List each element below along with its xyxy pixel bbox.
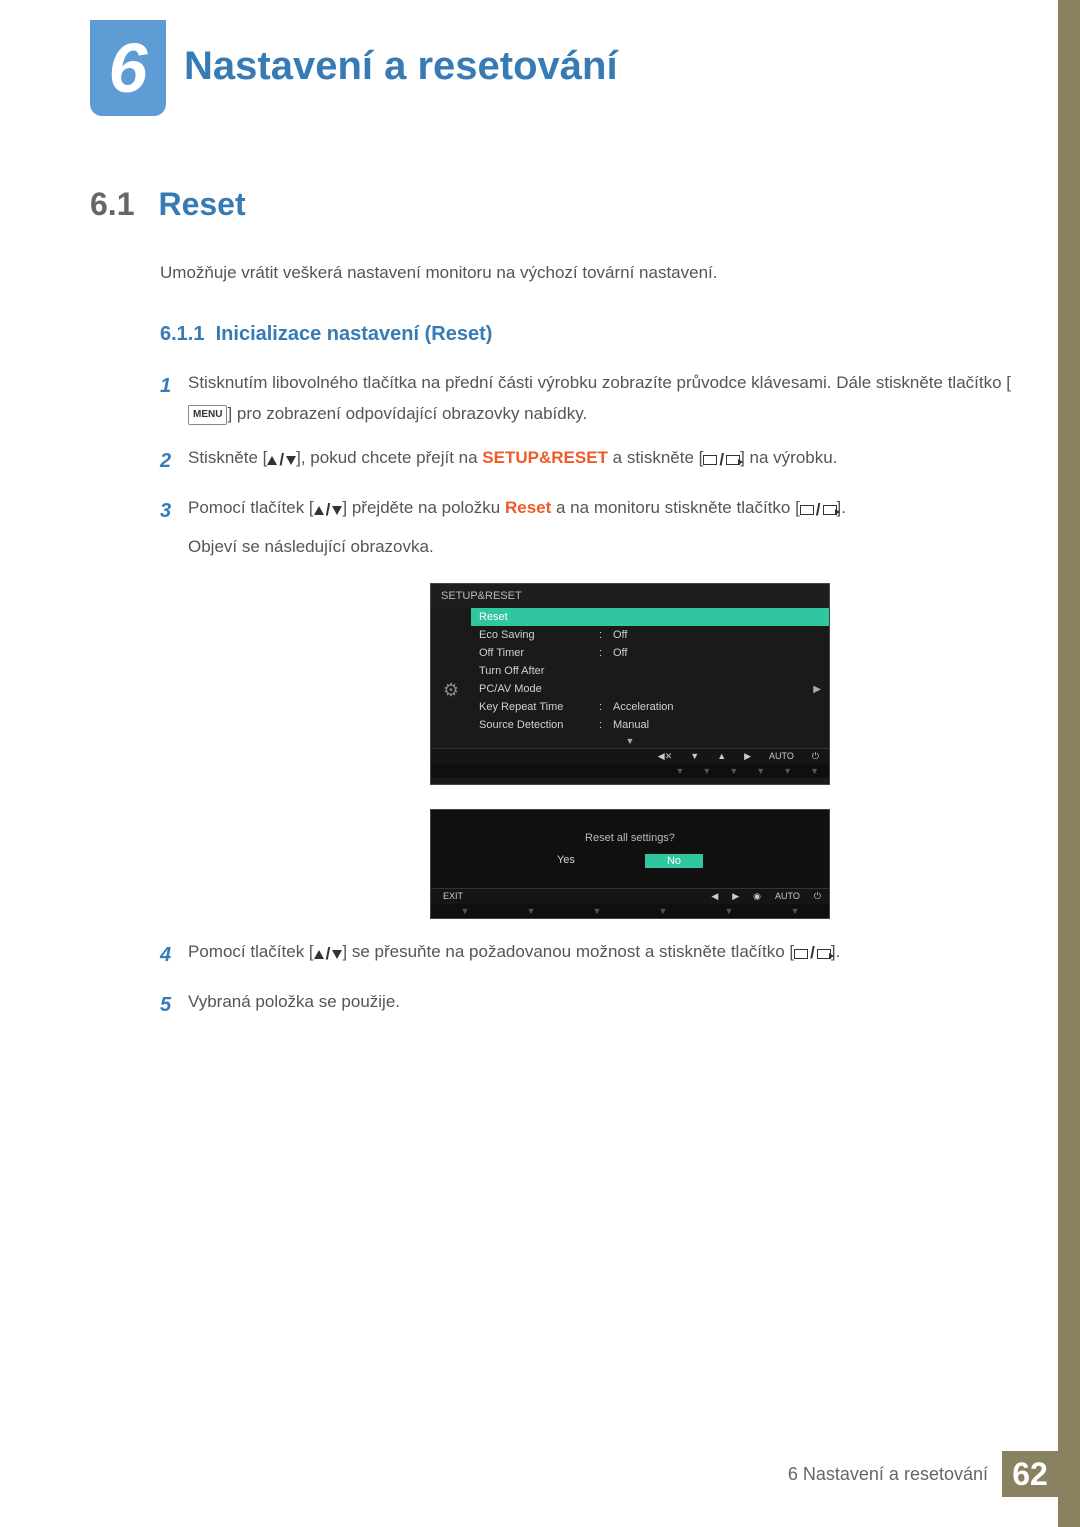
osd-nav-sub: ▼▼▼▼▼▼ xyxy=(431,764,829,778)
section-title: Reset xyxy=(158,186,245,223)
osd-menu-item: Turn Off After xyxy=(471,662,829,680)
dialog-yes: Yes xyxy=(557,854,575,868)
osd-figure: SETUP&RESET ⚙ ResetEco Saving:OffOff Tim… xyxy=(430,583,830,919)
right-stripe xyxy=(1058,0,1080,1527)
dialog-question: Reset all settings? xyxy=(431,810,829,854)
highlight-reset: Reset xyxy=(505,498,551,517)
osd-nav-sub: ▼▼▼▼▼▼ xyxy=(431,904,829,918)
section-number: 6.1 xyxy=(90,186,154,223)
caret-right-icon: ▶ xyxy=(813,684,821,695)
step-num: 4 xyxy=(160,937,188,973)
up-down-icon: / xyxy=(314,939,343,970)
osd-nav: EXIT ◀ ▶ ◉ AUTO ⏻ xyxy=(431,888,829,904)
dialog-no: No xyxy=(645,854,703,868)
step-num: 1 xyxy=(160,368,188,429)
step-5: 5 Vybraná položka se použije. xyxy=(160,987,1020,1023)
chapter-title: Nastavení a resetování xyxy=(184,44,618,89)
section-description: Umožňuje vrátit veškerá nastavení monito… xyxy=(160,263,1020,283)
footer-label: 6 Nastavení a resetování xyxy=(788,1464,988,1485)
steps-list: 1 Stisknutím libovolného tlačítka na pře… xyxy=(160,368,1020,1023)
section-block: 6.1 Reset Umožňuje vrátit veškerá nastav… xyxy=(90,186,1020,1037)
osd-menu-item: Source Detection:Manual xyxy=(471,716,829,734)
step-num: 3 xyxy=(160,493,188,562)
step-2: 2 Stiskněte [/], pokud chcete přejít na … xyxy=(160,443,1020,479)
up-down-icon: / xyxy=(314,495,343,526)
enter-icon: / xyxy=(703,445,740,476)
subsection-title: 6.1.1 Inicializace nastavení (Reset) xyxy=(160,323,1020,346)
caret-down-icon: ▼ xyxy=(431,734,829,748)
step-num: 5 xyxy=(160,987,188,1023)
step-1: 1 Stisknutím libovolného tlačítka na pře… xyxy=(160,368,1020,429)
osd-nav: ◀✕ ▼ ▲ ▶ AUTO ⏻ xyxy=(431,748,829,764)
menu-button-icon: MENU xyxy=(188,405,227,425)
step-num: 2 xyxy=(160,443,188,479)
enter-icon: / xyxy=(794,938,831,969)
enter-icon: / xyxy=(800,495,837,526)
step-4: 4 Pomocí tlačítek [/] se přesuňte na pož… xyxy=(160,937,1020,973)
osd-menu-item: Off Timer:Off xyxy=(471,644,829,662)
osd-setup-reset: SETUP&RESET ⚙ ResetEco Saving:OffOff Tim… xyxy=(430,583,830,785)
osd-menu-item: Reset xyxy=(471,608,829,626)
osd-reset-dialog: Reset all settings? Yes No EXIT ◀ ▶ ◉ AU… xyxy=(430,809,830,919)
osd-menu-item: Key Repeat Time:Acceleration xyxy=(471,698,829,716)
chapter-badge: 6 xyxy=(90,20,166,116)
highlight-setup-reset: SETUP&RESET xyxy=(482,448,608,467)
step-3: 3 Pomocí tlačítek [/] přejděte na položk… xyxy=(160,493,1020,562)
up-down-icon: / xyxy=(267,445,296,476)
section-header: 6.1 Reset xyxy=(90,186,1020,223)
gear-icon: ⚙ xyxy=(431,608,471,734)
osd-menu-item: PC/AV Mode xyxy=(471,680,829,698)
footer: 6 Nastavení a resetování 62 xyxy=(788,1451,1058,1497)
page-number: 62 xyxy=(1002,1451,1058,1497)
osd-menu-item: Eco Saving:Off xyxy=(471,626,829,644)
osd-title: SETUP&RESET xyxy=(431,584,829,608)
